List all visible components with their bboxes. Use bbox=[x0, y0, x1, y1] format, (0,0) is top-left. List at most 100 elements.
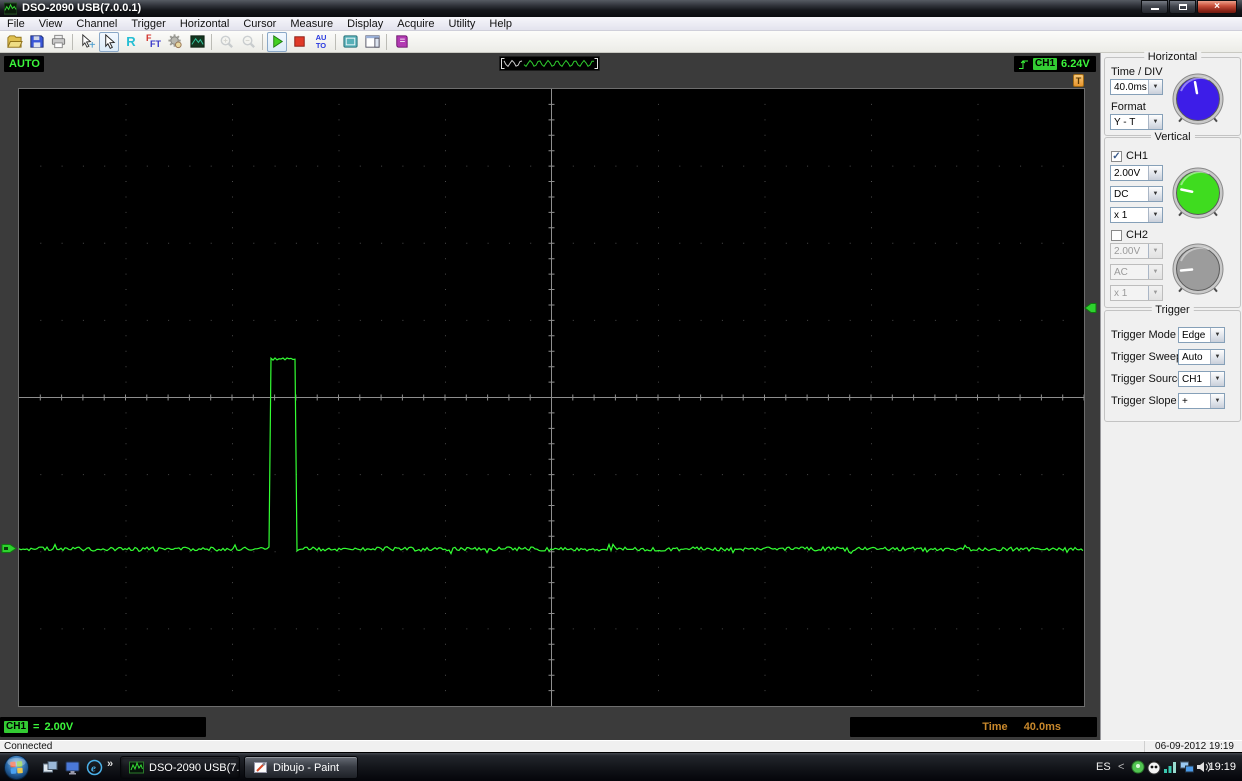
menu-item-file[interactable]: File bbox=[0, 17, 32, 31]
auto-setup-button[interactable]: AU TO bbox=[311, 32, 331, 52]
split-view-button[interactable] bbox=[362, 32, 382, 52]
close-icon: × bbox=[1214, 1, 1220, 12]
menu-item-channel[interactable]: Channel bbox=[69, 17, 124, 31]
maximize-button[interactable] bbox=[1169, 0, 1196, 14]
trigger-sweep-select[interactable]: Auto ▼ bbox=[1178, 349, 1225, 365]
cursor-measure-button[interactable] bbox=[77, 32, 97, 52]
taskbar-clock[interactable]: 19:19 bbox=[1208, 761, 1236, 773]
dso-taskbar-icon bbox=[129, 760, 144, 775]
language-indicator[interactable]: ES bbox=[1096, 761, 1111, 773]
channel1-separator: = bbox=[33, 721, 40, 733]
start-button[interactable] bbox=[267, 31, 287, 52]
stop-button[interactable] bbox=[289, 32, 309, 52]
save-button[interactable] bbox=[26, 32, 46, 52]
print-button[interactable] bbox=[48, 32, 68, 52]
open-icon bbox=[6, 33, 23, 50]
scope-panel: AUTO CH1 6.24V T CH1 = 2.00V Time 40.0ms bbox=[0, 53, 1100, 740]
channel1-ground-marker[interactable] bbox=[1, 540, 18, 562]
trigger-readout: CH1 6.24V bbox=[1014, 56, 1096, 72]
dropdown-arrow-icon: ▼ bbox=[1210, 394, 1224, 408]
ch1-enable-checkbox[interactable]: ✓ CH1 bbox=[1111, 150, 1148, 162]
toolbar: R F FT AU TO bbox=[0, 31, 1242, 53]
ch1-probe-value: x 1 bbox=[1114, 209, 1128, 221]
dropdown-arrow-icon: ▼ bbox=[1148, 244, 1162, 258]
trigger-position-marker[interactable]: T bbox=[1073, 74, 1084, 87]
internet-explorer-icon[interactable]: e bbox=[86, 759, 103, 776]
acquisition-status: AUTO bbox=[4, 56, 44, 72]
taskbar: e » DSO-2090 USB(7.0.0.... Dibujo - Paint ES… bbox=[0, 752, 1242, 781]
taskbar-button-paint[interactable]: Dibujo - Paint bbox=[244, 756, 358, 779]
buffer-preview[interactable] bbox=[499, 56, 600, 71]
timebase-readout: Time 40.0ms bbox=[850, 717, 1097, 737]
ch2-enable-checkbox[interactable]: CH2 bbox=[1111, 229, 1148, 241]
menu-item-utility[interactable]: Utility bbox=[442, 17, 483, 31]
menu-item-help[interactable]: Help bbox=[482, 17, 519, 31]
trigger-slope-select[interactable]: + ▼ bbox=[1178, 393, 1225, 409]
dropdown-arrow-icon: ▼ bbox=[1210, 350, 1224, 364]
status-datetime: 06-09-2012 19:19 bbox=[1144, 741, 1234, 752]
trigger-group-title: Trigger bbox=[1151, 304, 1194, 316]
zoom-in-button[interactable] bbox=[216, 32, 236, 52]
close-button[interactable]: × bbox=[1197, 0, 1237, 14]
trigger-mode-select[interactable]: Edge ▼ bbox=[1178, 327, 1225, 343]
waveform-capture-button[interactable] bbox=[187, 32, 207, 52]
trigger-source-badge: CH1 bbox=[1033, 58, 1058, 70]
ch1-probe-select[interactable]: x 1 ▼ bbox=[1110, 207, 1163, 223]
open-button[interactable] bbox=[4, 32, 24, 52]
refresh-button[interactable]: R bbox=[121, 32, 141, 52]
time-value: 40.0ms bbox=[1023, 721, 1061, 733]
ch1-volts-select[interactable]: 2.00V ▼ bbox=[1110, 165, 1163, 181]
ch2-position-knob[interactable] bbox=[1168, 239, 1228, 299]
antivirus-tray-icon[interactable] bbox=[1146, 759, 1162, 775]
color-settings-button[interactable] bbox=[165, 32, 185, 52]
control-panel: Horizontal Time / DIV 40.0ms ▼ Format Y … bbox=[1100, 51, 1242, 740]
ch2-volts-select[interactable]: 2.00V ▼ bbox=[1110, 243, 1163, 259]
channel1-readout: CH1 = 2.00V bbox=[0, 717, 206, 737]
dropdown-arrow-icon: ▼ bbox=[1148, 166, 1162, 180]
taskbar-button-dso[interactable]: DSO-2090 USB(7.0.0.... bbox=[120, 756, 240, 779]
ch2-volts-value: 2.00V bbox=[1114, 245, 1141, 257]
menu-item-trigger[interactable]: Trigger bbox=[124, 17, 172, 31]
help-button[interactable] bbox=[391, 32, 411, 52]
ch2-probe-select[interactable]: x 1 ▼ bbox=[1110, 285, 1163, 301]
trigger-source-select[interactable]: CH1 ▼ bbox=[1178, 371, 1225, 387]
horizontal-knob[interactable] bbox=[1168, 69, 1228, 129]
start-button[interactable] bbox=[3, 754, 30, 781]
menu-item-display[interactable]: Display bbox=[340, 17, 390, 31]
trigger-source-label: Trigger Source bbox=[1111, 373, 1184, 385]
fullscreen-button[interactable] bbox=[340, 32, 360, 52]
menu-item-acquire[interactable]: Acquire bbox=[390, 17, 441, 31]
minimize-button[interactable] bbox=[1141, 0, 1168, 14]
menu-item-view[interactable]: View bbox=[32, 17, 70, 31]
quicklaunch-overflow[interactable]: » bbox=[107, 758, 113, 770]
wireless-signal-tray-icon[interactable] bbox=[1162, 759, 1178, 775]
tray-expand-chevron[interactable]: < bbox=[1118, 761, 1124, 773]
time-div-value: 40.0ms bbox=[1114, 81, 1147, 93]
show-desktop-icon[interactable] bbox=[64, 759, 81, 776]
print-icon bbox=[50, 33, 67, 50]
save-icon bbox=[28, 33, 45, 50]
trigger-level-marker[interactable] bbox=[1084, 300, 1097, 321]
menu-item-horizontal[interactable]: Horizontal bbox=[173, 17, 237, 31]
fft-button[interactable]: F FT bbox=[143, 32, 163, 52]
ch1-coupling-select[interactable]: DC ▼ bbox=[1110, 186, 1163, 202]
ch2-coupling-select[interactable]: AC ▼ bbox=[1110, 264, 1163, 280]
menu-bar: File View Channel Trigger Horizontal Cursor Me… bbox=[0, 17, 1242, 31]
network-tray-icon[interactable] bbox=[1179, 759, 1195, 775]
menu-item-cursor[interactable]: Cursor bbox=[236, 17, 283, 31]
trigger-mode-label: Trigger Mode bbox=[1111, 329, 1177, 341]
vertical-group: Vertical ✓ CH1 2.00V ▼ DC ▼ x 1 ▼ CH2 2.… bbox=[1104, 131, 1241, 308]
channel1-badge: CH1 bbox=[4, 721, 29, 733]
format-select[interactable]: Y - T ▼ bbox=[1110, 114, 1163, 130]
ch1-volts-value: 2.00V bbox=[1114, 167, 1141, 179]
ch2-probe-value: x 1 bbox=[1114, 287, 1128, 299]
dropdown-arrow-icon: ▼ bbox=[1148, 265, 1162, 279]
buffer-preview-wave bbox=[501, 58, 598, 69]
zoom-out-button[interactable] bbox=[238, 32, 258, 52]
window-switcher-icon[interactable] bbox=[42, 759, 59, 776]
time-div-select[interactable]: 40.0ms ▼ bbox=[1110, 79, 1163, 95]
pointer-button[interactable] bbox=[99, 31, 119, 52]
green-status-tray-icon[interactable] bbox=[1130, 759, 1146, 775]
ch1-position-knob[interactable] bbox=[1168, 163, 1228, 223]
menu-item-measure[interactable]: Measure bbox=[283, 17, 340, 31]
